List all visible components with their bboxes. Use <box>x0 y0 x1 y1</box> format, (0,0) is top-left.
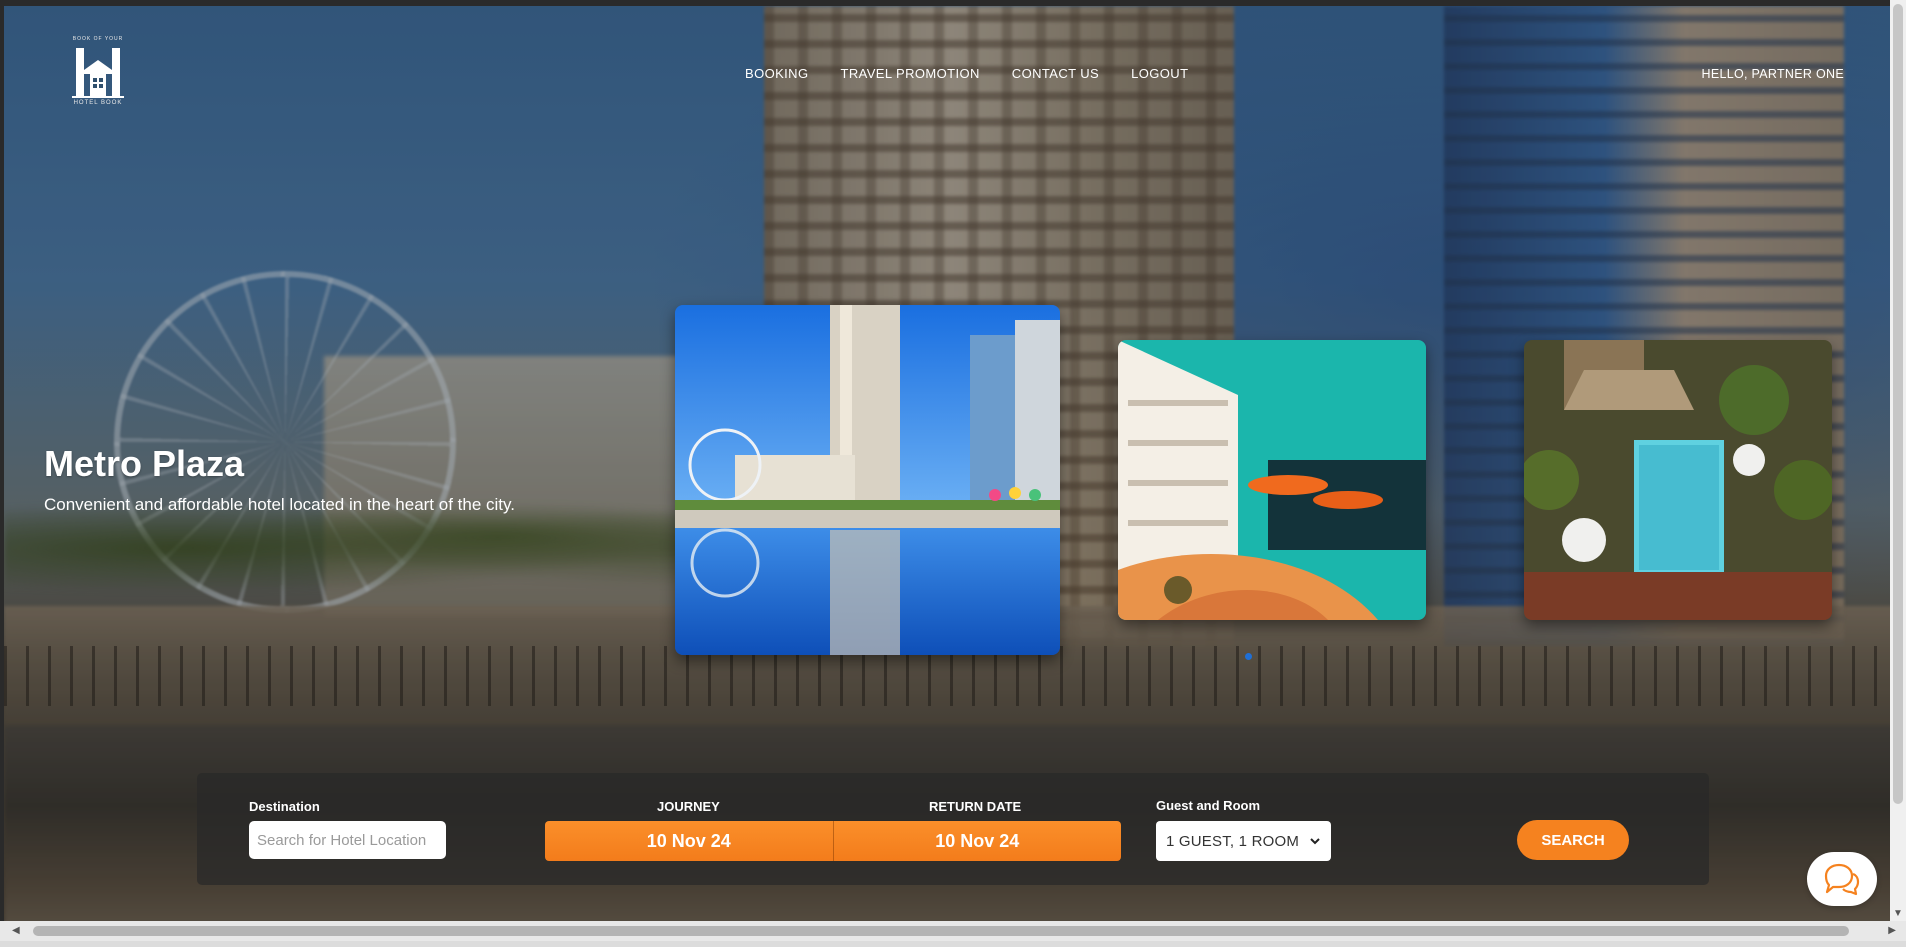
nav-logout[interactable]: LOGOUT <box>1131 66 1188 81</box>
scroll-left-arrow-icon[interactable]: ◀ <box>12 926 20 936</box>
site-logo[interactable]: BOOK OF YOUR HOTEL BOOK <box>68 36 128 112</box>
logo-name: HOTEL BOOK <box>73 100 123 106</box>
journey-date-field[interactable]: 10 Nov 24 <box>545 821 833 861</box>
hotel-title: Metro Plaza <box>44 443 245 484</box>
slide-image-city-waterfront <box>675 305 1060 655</box>
scroll-down-arrow-icon[interactable]: ▼ <box>1893 909 1903 919</box>
browser-viewport: BOOK OF YOUR HOTEL BOOK BOOKING TRAVEL P… <box>0 0 1906 947</box>
vertical-scrollbar-thumb[interactable] <box>1893 4 1903 804</box>
search-panel: Destination JOURNEY RETURN DATE 10 Nov 2… <box>197 773 1709 885</box>
vertical-scrollbar[interactable]: ▼ <box>1890 0 1906 921</box>
date-range-picker: 10 Nov 24 10 Nov 24 <box>545 821 1121 861</box>
horizontal-scrollbar[interactable]: ◀ ▶ <box>0 921 1906 941</box>
slider-dot-active[interactable] <box>1245 653 1252 660</box>
chevron-down-icon <box>1310 838 1320 845</box>
guest-room-label: Guest and Room <box>1156 798 1261 813</box>
search-button[interactable]: SEARCH <box>1517 820 1629 860</box>
guest-room-select[interactable]: 1 GUEST, 1 ROOM <box>1156 821 1331 861</box>
return-date-field[interactable]: 10 Nov 24 <box>832 821 1122 861</box>
slide-image-pool-aerial <box>1524 340 1832 620</box>
journey-label: JOURNEY <box>657 799 720 814</box>
hotel-description: Convenient and affordable hotel located … <box>44 495 515 514</box>
window-bottom-edge <box>0 941 1906 947</box>
return-date-label: RETURN DATE <box>929 799 1022 814</box>
slide-image-resort-terrace <box>1118 340 1426 620</box>
nav-travel-promotion[interactable]: TRAVEL PROMOTION <box>840 66 979 81</box>
nav-booking[interactable]: BOOKING <box>745 66 808 81</box>
horizontal-scrollbar-thumb[interactable] <box>33 926 1849 936</box>
hero-background: BOOK OF YOUR HOTEL BOOK BOOKING TRAVEL P… <box>4 6 1894 921</box>
logo-tagline: BOOK OF YOUR <box>72 36 124 42</box>
hotel-slide-card[interactable] <box>1118 340 1426 620</box>
destination-input[interactable] <box>249 821 446 859</box>
logo-h-house-icon <box>72 48 124 98</box>
hotel-slide-card[interactable] <box>1524 340 1832 620</box>
hotel-slide-card[interactable] <box>675 305 1060 655</box>
chat-button[interactable] <box>1807 852 1877 906</box>
scroll-right-arrow-icon[interactable]: ▶ <box>1888 926 1896 936</box>
nav-contact-us[interactable]: CONTACT US <box>1012 66 1099 81</box>
destination-label: Destination <box>249 799 320 814</box>
guest-room-value: 1 GUEST, 1 ROOM <box>1166 832 1300 850</box>
chat-bubbles-icon <box>1824 863 1860 896</box>
user-greeting[interactable]: HELLO, PARTNER ONE <box>1702 67 1844 81</box>
main-nav: BOOKING TRAVEL PROMOTION CONTACT US LOGO… <box>745 66 1188 81</box>
